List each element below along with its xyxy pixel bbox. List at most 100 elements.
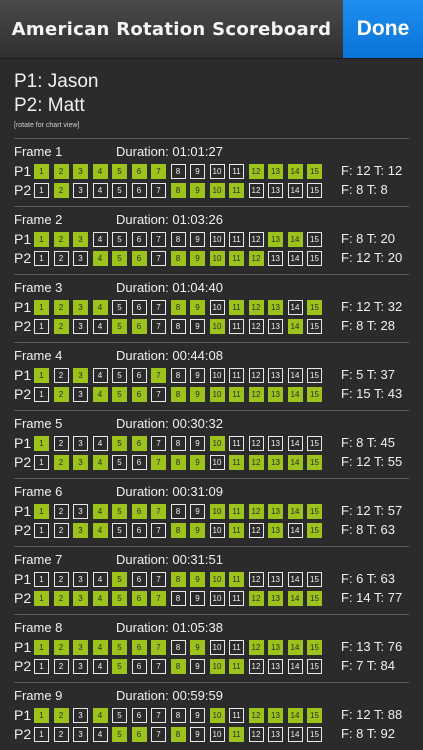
ball-9-toggle[interactable]: 9 bbox=[190, 707, 205, 723]
ball-11-toggle[interactable]: 11 bbox=[229, 435, 244, 451]
ball-1-toggle[interactable]: 1 bbox=[34, 707, 49, 723]
ball-4-toggle[interactable]: 4 bbox=[92, 639, 108, 655]
ball-10-toggle[interactable]: 10 bbox=[209, 386, 225, 402]
ball-15-toggle[interactable]: 15 bbox=[307, 522, 322, 538]
ball-8-toggle[interactable]: 8 bbox=[170, 435, 186, 451]
ball-9-toggle[interactable]: 9 bbox=[190, 435, 205, 451]
ball-10-toggle[interactable]: 10 bbox=[209, 435, 225, 451]
ball-1-toggle[interactable]: 1 bbox=[34, 367, 49, 383]
ball-10-toggle[interactable]: 10 bbox=[209, 163, 225, 179]
ball-11-toggle[interactable]: 11 bbox=[229, 571, 244, 587]
ball-13-toggle[interactable]: 13 bbox=[268, 299, 283, 315]
ball-5-toggle[interactable]: 5 bbox=[112, 231, 127, 247]
ball-3-toggle[interactable]: 3 bbox=[73, 658, 88, 674]
ball-5-toggle[interactable]: 5 bbox=[112, 522, 127, 538]
ball-4-toggle[interactable]: 4 bbox=[92, 503, 108, 519]
ball-9-toggle[interactable]: 9 bbox=[190, 231, 205, 247]
ball-8-toggle[interactable]: 8 bbox=[170, 571, 186, 587]
ball-6-toggle[interactable]: 6 bbox=[131, 707, 147, 723]
ball-11-toggle[interactable]: 11 bbox=[229, 590, 244, 606]
ball-8-toggle[interactable]: 8 bbox=[170, 367, 186, 383]
ball-6-toggle[interactable]: 6 bbox=[131, 522, 147, 538]
ball-12-toggle[interactable]: 12 bbox=[248, 658, 264, 674]
ball-11-toggle[interactable]: 11 bbox=[229, 182, 244, 198]
ball-5-toggle[interactable]: 5 bbox=[112, 299, 127, 315]
ball-7-toggle[interactable]: 7 bbox=[151, 231, 166, 247]
ball-10-toggle[interactable]: 10 bbox=[209, 367, 225, 383]
ball-8-toggle[interactable]: 8 bbox=[170, 726, 186, 742]
ball-1-toggle[interactable]: 1 bbox=[34, 639, 49, 655]
ball-13-toggle[interactable]: 13 bbox=[268, 435, 283, 451]
ball-4-toggle[interactable]: 4 bbox=[92, 571, 108, 587]
ball-10-toggle[interactable]: 10 bbox=[209, 707, 225, 723]
ball-15-toggle[interactable]: 15 bbox=[307, 726, 322, 742]
ball-14-toggle[interactable]: 14 bbox=[287, 386, 303, 402]
ball-2-toggle[interactable]: 2 bbox=[53, 318, 69, 334]
ball-3-toggle[interactable]: 3 bbox=[73, 571, 88, 587]
ball-15-toggle[interactable]: 15 bbox=[307, 658, 322, 674]
ball-15-toggle[interactable]: 15 bbox=[307, 590, 322, 606]
ball-8-toggle[interactable]: 8 bbox=[170, 163, 186, 179]
ball-15-toggle[interactable]: 15 bbox=[307, 231, 322, 247]
ball-12-toggle[interactable]: 12 bbox=[248, 299, 264, 315]
ball-11-toggle[interactable]: 11 bbox=[229, 503, 244, 519]
ball-5-toggle[interactable]: 5 bbox=[112, 503, 127, 519]
ball-3-toggle[interactable]: 3 bbox=[73, 503, 88, 519]
ball-6-toggle[interactable]: 6 bbox=[131, 454, 147, 470]
ball-12-toggle[interactable]: 12 bbox=[248, 386, 264, 402]
ball-1-toggle[interactable]: 1 bbox=[34, 590, 49, 606]
ball-12-toggle[interactable]: 12 bbox=[248, 367, 264, 383]
ball-4-toggle[interactable]: 4 bbox=[92, 454, 108, 470]
ball-4-toggle[interactable]: 4 bbox=[92, 435, 108, 451]
ball-2-toggle[interactable]: 2 bbox=[53, 503, 69, 519]
ball-15-toggle[interactable]: 15 bbox=[307, 250, 322, 266]
ball-8-toggle[interactable]: 8 bbox=[170, 590, 186, 606]
ball-1-toggle[interactable]: 1 bbox=[34, 231, 49, 247]
ball-2-toggle[interactable]: 2 bbox=[53, 590, 69, 606]
ball-3-toggle[interactable]: 3 bbox=[73, 726, 88, 742]
ball-5-toggle[interactable]: 5 bbox=[112, 726, 127, 742]
ball-15-toggle[interactable]: 15 bbox=[307, 386, 322, 402]
ball-7-toggle[interactable]: 7 bbox=[151, 726, 166, 742]
ball-9-toggle[interactable]: 9 bbox=[190, 571, 205, 587]
ball-10-toggle[interactable]: 10 bbox=[209, 522, 225, 538]
ball-10-toggle[interactable]: 10 bbox=[209, 726, 225, 742]
ball-4-toggle[interactable]: 4 bbox=[92, 658, 108, 674]
ball-2-toggle[interactable]: 2 bbox=[53, 454, 69, 470]
ball-6-toggle[interactable]: 6 bbox=[131, 571, 147, 587]
ball-6-toggle[interactable]: 6 bbox=[131, 318, 147, 334]
ball-4-toggle[interactable]: 4 bbox=[92, 231, 108, 247]
ball-14-toggle[interactable]: 14 bbox=[287, 231, 303, 247]
ball-5-toggle[interactable]: 5 bbox=[112, 250, 127, 266]
ball-7-toggle[interactable]: 7 bbox=[151, 435, 166, 451]
ball-10-toggle[interactable]: 10 bbox=[209, 658, 225, 674]
ball-15-toggle[interactable]: 15 bbox=[307, 299, 322, 315]
ball-14-toggle[interactable]: 14 bbox=[287, 318, 303, 334]
ball-10-toggle[interactable]: 10 bbox=[209, 571, 225, 587]
ball-6-toggle[interactable]: 6 bbox=[131, 182, 147, 198]
ball-6-toggle[interactable]: 6 bbox=[131, 435, 147, 451]
ball-15-toggle[interactable]: 15 bbox=[307, 639, 322, 655]
ball-7-toggle[interactable]: 7 bbox=[151, 707, 166, 723]
ball-9-toggle[interactable]: 9 bbox=[190, 454, 205, 470]
ball-5-toggle[interactable]: 5 bbox=[112, 367, 127, 383]
ball-12-toggle[interactable]: 12 bbox=[248, 503, 264, 519]
ball-2-toggle[interactable]: 2 bbox=[53, 726, 69, 742]
ball-3-toggle[interactable]: 3 bbox=[73, 299, 88, 315]
ball-8-toggle[interactable]: 8 bbox=[170, 707, 186, 723]
ball-4-toggle[interactable]: 4 bbox=[92, 386, 108, 402]
ball-11-toggle[interactable]: 11 bbox=[229, 163, 244, 179]
ball-8-toggle[interactable]: 8 bbox=[170, 182, 186, 198]
ball-2-toggle[interactable]: 2 bbox=[53, 435, 69, 451]
ball-13-toggle[interactable]: 13 bbox=[268, 231, 283, 247]
ball-8-toggle[interactable]: 8 bbox=[170, 454, 186, 470]
ball-5-toggle[interactable]: 5 bbox=[112, 182, 127, 198]
ball-9-toggle[interactable]: 9 bbox=[190, 299, 205, 315]
ball-6-toggle[interactable]: 6 bbox=[131, 299, 147, 315]
ball-12-toggle[interactable]: 12 bbox=[248, 522, 264, 538]
ball-11-toggle[interactable]: 11 bbox=[229, 707, 244, 723]
ball-14-toggle[interactable]: 14 bbox=[287, 250, 303, 266]
ball-7-toggle[interactable]: 7 bbox=[151, 590, 166, 606]
ball-11-toggle[interactable]: 11 bbox=[229, 726, 244, 742]
ball-1-toggle[interactable]: 1 bbox=[34, 658, 49, 674]
